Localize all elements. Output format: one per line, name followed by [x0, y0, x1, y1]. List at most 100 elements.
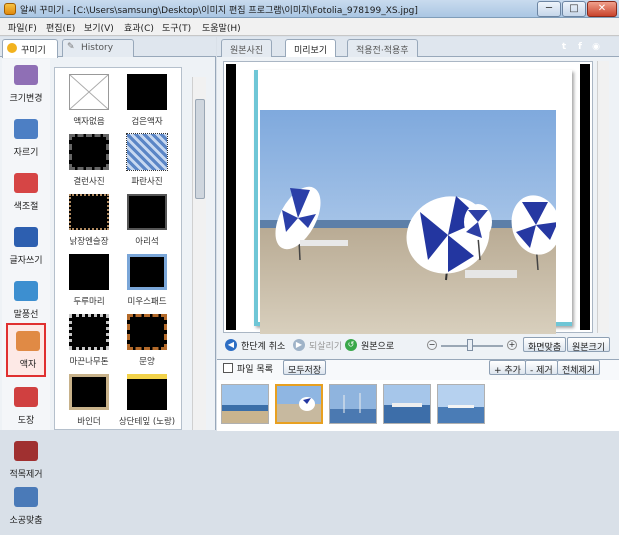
menu-edit[interactable]: 편집(E)	[46, 21, 75, 34]
zoom-in-icon[interactable]: +	[507, 340, 517, 350]
undo-button[interactable]: ◀ 한단계 취소	[225, 339, 285, 352]
tool-label: 액자	[19, 360, 37, 370]
share-icon[interactable]: ◉	[589, 40, 603, 54]
minimize-button[interactable]: ─	[537, 1, 561, 17]
tool-scissors[interactable]: 자르기	[6, 113, 46, 167]
frame-thumbnail	[69, 254, 109, 290]
frame-label: 액자없음	[73, 117, 105, 127]
redo-button[interactable]: ▶ 되살리기	[293, 339, 342, 352]
file-thumbnail[interactable]	[383, 384, 431, 424]
tab-history-label: History	[81, 43, 114, 53]
fit-screen-button[interactable]: 화면맞춤	[523, 337, 567, 353]
file-list-icon	[223, 363, 233, 373]
frame-grid: 액자없음 검은액자결런사진 파란사진낡장엔슬장 아리석두루마리 미우스패드마끈나무톤 문양…	[54, 67, 182, 430]
frame-thumbnail	[127, 254, 167, 290]
tool-label: 도장	[17, 416, 35, 426]
left-tab-bar: 꾸미기 ✎ History	[0, 37, 216, 58]
menu-bar: 파일(F) 편집(E) 보기(V) 효과(C) 도구(T) 도움말(H)	[0, 18, 619, 36]
close-button[interactable]: ✕	[587, 1, 617, 17]
window-title: 알씨 꾸미기 - [C:\Users\samsung\Desktop\이미지 편…	[20, 6, 418, 16]
scrollbar-thumb[interactable]	[195, 99, 205, 199]
tool-label: 적목제거	[9, 470, 43, 480]
menu-effect[interactable]: 효과(C)	[124, 21, 154, 34]
frame-thumbnail	[69, 374, 109, 410]
frame-option[interactable]: 미우스패드	[121, 254, 173, 314]
file-list-toolbar: 파일 목록 모두저장 + 추가 - 제거 전체제거	[217, 360, 619, 378]
frame-option[interactable]: 바인더	[63, 374, 115, 434]
pencil-icon: ✎	[67, 42, 75, 52]
frame-label: 검은액자	[131, 117, 163, 127]
frame-label: 파란사진	[131, 177, 163, 187]
twitter-icon[interactable]: t	[557, 40, 571, 54]
frame-label: 문양	[139, 357, 155, 367]
tab-preview[interactable]: 미리보기	[285, 39, 337, 57]
frame-thumbnail	[127, 194, 167, 230]
frame-option[interactable]: 낡장엔슬장	[63, 194, 115, 254]
zoom-out-icon[interactable]: −	[427, 340, 437, 350]
tool-frame[interactable]: 액자	[6, 323, 46, 377]
frame-icon	[16, 331, 40, 351]
decorate-panel: 꾸미기 ✎ History 크기변경 자르기 색조절 글자쓰기 말풍선 액자 도장 적목제거 소…	[0, 37, 216, 526]
text-t-icon	[14, 227, 38, 247]
maximize-button[interactable]: □	[562, 1, 586, 17]
frame-grid-scrollbar[interactable]	[192, 77, 206, 430]
redo-icon: ▶	[293, 339, 305, 351]
frame-thumbnail	[127, 374, 167, 410]
file-thumbnail[interactable]	[221, 384, 269, 424]
frame-thumbnail	[69, 194, 109, 230]
file-thumbnail[interactable]	[329, 384, 377, 424]
save-all-button[interactable]: 모두저장	[283, 360, 327, 376]
tool-speech-bubble[interactable]: 말풍선	[6, 275, 46, 329]
tool-text-t[interactable]: 글자쓰기	[6, 221, 46, 275]
frame-thumbnail	[127, 74, 167, 110]
adjust-icon	[14, 487, 38, 507]
frame-option[interactable]: 아리석	[121, 194, 173, 254]
preview-scrollbar[interactable]	[597, 61, 609, 333]
tool-label: 글자쓰기	[9, 256, 43, 266]
frame-option[interactable]: 문양	[121, 314, 173, 374]
frame-label: 마끈나무톤	[69, 357, 109, 367]
speech-bubble-icon	[14, 281, 38, 301]
frame-option[interactable]: 검은액자	[121, 74, 173, 134]
remove-file-button[interactable]: - 제거	[525, 360, 558, 376]
frame-thumbnail	[69, 74, 109, 110]
file-thumbnail[interactable]	[437, 384, 485, 424]
frame-option[interactable]: 두루마리	[63, 254, 115, 314]
original-button[interactable]: ↺ 원본으로	[345, 339, 394, 352]
menu-tools[interactable]: 도구(T)	[162, 21, 191, 34]
tool-size[interactable]: 크기변경	[6, 59, 46, 113]
zoom-slider-handle[interactable]	[467, 339, 473, 351]
tool-stamp[interactable]: 도장	[6, 381, 46, 435]
tab-before-after[interactable]: 적용전·적용후	[347, 39, 418, 57]
frame-option[interactable]: 파란사진	[121, 133, 173, 194]
tool-label: 자르기	[13, 148, 39, 158]
frame-label: 미우스패드	[127, 297, 167, 307]
facebook-icon[interactable]: f	[573, 40, 587, 54]
frame-option[interactable]: 결런사진	[63, 134, 115, 194]
tool-color-bars[interactable]: 색조절	[6, 167, 46, 221]
frame-label: 바인더	[77, 417, 101, 427]
frame-option[interactable]: 마끈나무톤	[63, 314, 115, 374]
file-list-panel: 파일 목록 모두저장 + 추가 - 제거 전체제거	[217, 359, 619, 431]
file-thumbnail-selected[interactable]	[275, 384, 323, 424]
frame-option[interactable]: 액자없음	[63, 74, 115, 134]
app-icon	[4, 3, 16, 15]
tool-label: 크기변경	[9, 94, 43, 104]
preview-panel: 원본사진 미리보기 적용전·적용후 t f ◉ ◀ 한단계 취소 ▶ 되살리기 …	[217, 37, 619, 431]
decorate-icon	[7, 43, 17, 53]
menu-help[interactable]: 도움말(H)	[202, 21, 241, 34]
menu-file[interactable]: 파일(F)	[8, 21, 37, 34]
frame-label: 결런사진	[73, 177, 105, 187]
tab-history[interactable]: ✎ History	[62, 39, 134, 57]
tool-adjust[interactable]: 소공맞춤	[6, 481, 46, 535]
add-file-button[interactable]: + 추가	[489, 360, 526, 376]
frame-thumbnail	[127, 314, 167, 350]
restore-icon: ↺	[345, 339, 357, 351]
tab-original[interactable]: 원본사진	[221, 39, 273, 57]
frame-option[interactable]: 상단테잎 (노랑)	[119, 374, 175, 434]
frame-label: 아리석	[135, 237, 159, 247]
remove-all-button[interactable]: 전체제거	[557, 360, 601, 376]
actual-size-button[interactable]: 원본크기	[567, 337, 611, 353]
menu-view[interactable]: 보기(V)	[84, 21, 114, 34]
tab-decorate[interactable]: 꾸미기	[2, 39, 58, 58]
